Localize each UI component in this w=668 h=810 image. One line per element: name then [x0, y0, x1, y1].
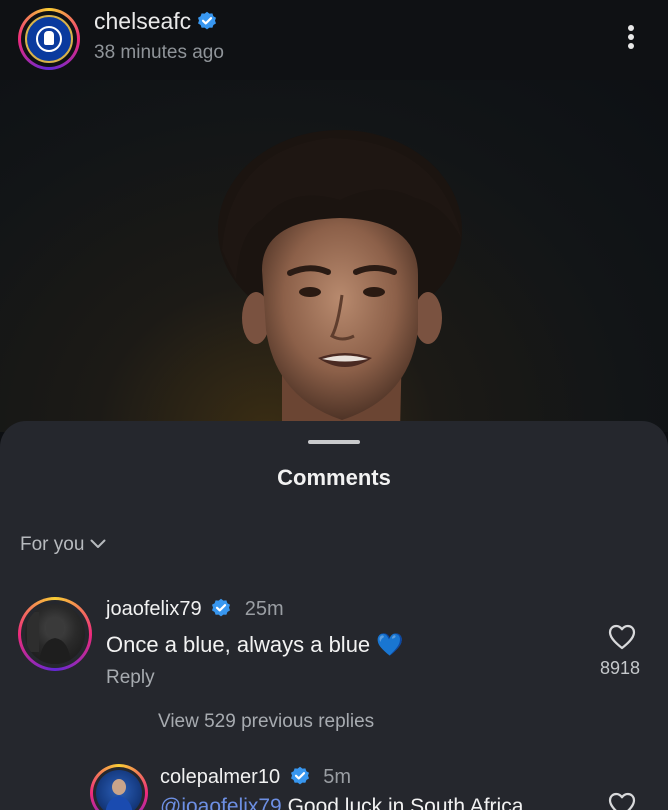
post-photo[interactable]	[0, 80, 668, 432]
commenter-avatar-colepalmer10[interactable]	[90, 764, 148, 810]
comment-timestamp: 25m	[244, 598, 284, 620]
comment-author-row[interactable]: colepalmer10 5m	[160, 766, 351, 792]
comment-mention-link[interactable]: @joaofelix79	[160, 795, 282, 810]
player-portrait	[218, 130, 462, 432]
comment-text: Good luck in South Africa	[281, 795, 524, 810]
comment-author-row[interactable]: joaofelix79 25m	[106, 598, 284, 624]
comment-timestamp: 5m	[323, 766, 351, 788]
comment-text-row: Once a blue, always a blue 💙	[106, 632, 404, 658]
chelsea-crest-logo	[25, 15, 73, 63]
comment-username[interactable]: joaofelix79	[106, 598, 202, 620]
comment-text: Once a blue, always a blue	[106, 632, 371, 657]
sheet-title: Comments	[277, 465, 391, 490]
comments-sheet: Comments For you joaofelix79 25m Once a …	[0, 421, 668, 810]
comment-username[interactable]: colepalmer10	[160, 766, 280, 788]
like-heart-icon[interactable]	[608, 624, 636, 655]
post-username[interactable]: chelseafc	[94, 8, 191, 34]
verified-badge-icon	[290, 766, 310, 792]
chelsea-avatar[interactable]	[18, 8, 80, 70]
post-timestamp: 38 minutes ago	[94, 42, 224, 63]
more-vertical-icon[interactable]	[620, 22, 642, 52]
verified-badge-icon	[197, 10, 217, 37]
filter-label: For you	[20, 534, 85, 555]
like-count: 8918	[600, 658, 641, 678]
post-username-row[interactable]: chelseafc	[94, 8, 217, 37]
view-previous-replies-button[interactable]: View 529 previous replies	[158, 711, 374, 733]
like-heart-icon[interactable]	[608, 792, 636, 810]
blue-heart-emoji: 💙	[376, 632, 404, 657]
comment-text-row: @joaofelix79 Good luck in South Africa	[160, 795, 523, 810]
post-header: chelseafc 38 minutes ago	[0, 0, 668, 80]
sheet-drag-handle[interactable]	[308, 440, 360, 444]
comment-filter-dropdown[interactable]: For you	[20, 533, 106, 556]
verified-badge-icon	[211, 598, 231, 624]
commenter-avatar-joaofelix79[interactable]	[18, 597, 92, 671]
reply-button[interactable]: Reply	[106, 667, 155, 689]
chevron-down-icon	[90, 533, 106, 555]
